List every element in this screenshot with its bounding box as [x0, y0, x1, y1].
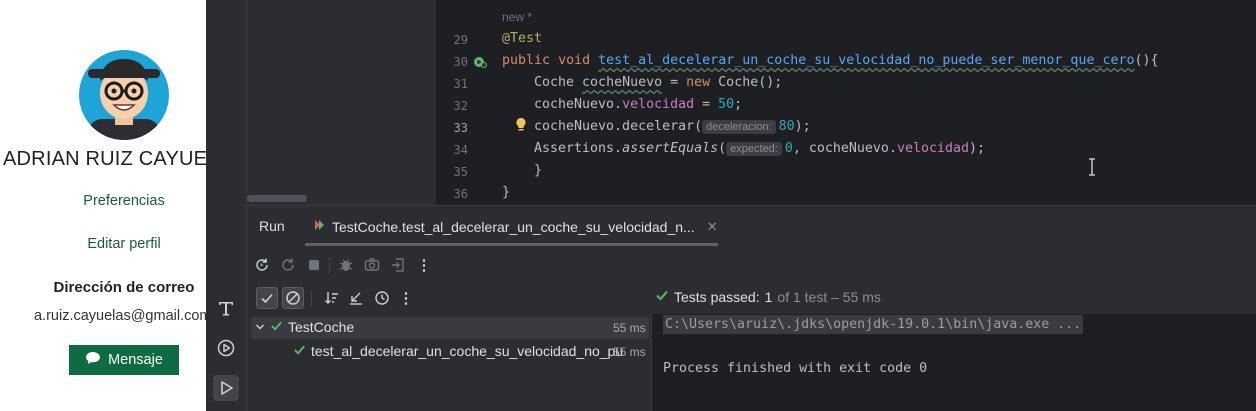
avatar[interactable] [78, 47, 170, 141]
rerun-icon[interactable] [251, 254, 273, 276]
run-panel: Run TestCoche.test_al_decelerar_un_coche… [247, 205, 1256, 411]
code-token: (){ [1134, 53, 1159, 68]
profile-panel: ADRIAN RUIZ CAYUELAS Preferencias Editar… [0, 0, 206, 411]
junit-icon [312, 218, 326, 235]
tree-node-label: TestCoche [288, 319, 355, 335]
show-passed-icon[interactable] [256, 287, 278, 309]
history-icon[interactable] [371, 287, 393, 309]
code-token: cocheNuevo. [534, 97, 623, 112]
code-token: ); [969, 141, 986, 156]
test-status: Tests passed: 1 of 1 test – 55 ms [655, 288, 881, 305]
run-config-tab[interactable]: TestCoche.test_al_decelerar_un_coche_su_… [312, 218, 718, 235]
console-output[interactable]: C:\Users\aruiz\.jdks\openjdk-19.0.1\bin\… [652, 314, 1256, 411]
number-literal: 0 [784, 141, 793, 156]
text-tool-icon[interactable] [213, 295, 239, 321]
status-detail: of 1 test – 55 ms [777, 288, 881, 305]
more-options-icon[interactable]: ⋮ [413, 254, 435, 276]
field-name: velocidad [896, 141, 970, 156]
check-icon [655, 288, 669, 305]
run-tool-icon[interactable] [213, 375, 239, 401]
debug-icon[interactable] [335, 254, 357, 276]
lightbulb-icon[interactable] [515, 117, 527, 137]
console-exit-line: Process finished with exit code 0 [663, 361, 928, 376]
line-number: 30 [453, 55, 468, 69]
code-editor[interactable]: new * 29 30 31 32 33 34 35 36 @Test publ… [436, 0, 1256, 205]
collapse-icon[interactable] [345, 287, 367, 309]
status-label: Tests passed: [674, 288, 760, 305]
show-ignored-icon[interactable] [282, 287, 304, 309]
check-icon [270, 319, 283, 335]
code-token: ( [718, 141, 727, 156]
text-cursor-icon [1088, 158, 1096, 180]
line-number: 35 [453, 165, 468, 179]
toolbar-separator [329, 258, 330, 274]
line-number: 32 [453, 99, 468, 113]
run-config-tab-label: TestCoche.test_al_decelerar_un_coche_su_… [332, 218, 695, 235]
chat-bubble-icon [85, 351, 101, 369]
line-number: 34 [453, 143, 468, 157]
project-pane [247, 0, 436, 205]
annotation-test: @Test [502, 31, 543, 46]
line-number: 36 [453, 187, 468, 201]
number-literal: 50 [718, 97, 735, 112]
email-heading: Dirección de correo [53, 279, 195, 296]
tool-window-strip [206, 0, 247, 411]
code-token: Coche [534, 75, 583, 90]
keyword-new: new [686, 75, 711, 90]
tree-node-duration: 55 ms [613, 345, 646, 359]
active-tab-indicator [305, 243, 718, 246]
code-token: ; [734, 97, 743, 112]
tree-node-suite[interactable]: TestCoche [255, 319, 354, 335]
tree-node-test[interactable]: test_al_decelerar_un_coche_su_velocidad_… [293, 343, 623, 359]
sort-icon[interactable] [321, 287, 343, 309]
camera-icon[interactable] [361, 254, 383, 276]
code-token: Assertions. [534, 141, 623, 156]
rerun-failed-icon[interactable] [277, 254, 299, 276]
keyword-void: void [558, 53, 591, 68]
run-panel-title: Run [259, 218, 285, 234]
run-test-gutter-icon[interactable] [473, 54, 487, 73]
line-number: 31 [453, 77, 468, 91]
ide-window: new * 29 30 31 32 33 34 35 36 @Test publ… [206, 0, 1256, 411]
stop-icon[interactable] [303, 254, 325, 276]
check-icon [293, 343, 306, 359]
email-address[interactable]: a.ruiz.cayuelas@gmail.com [34, 308, 206, 324]
author-hint: new * [502, 10, 533, 24]
tree-node-label: test_al_decelerar_un_coche_su_velocidad_… [311, 343, 624, 359]
parameter-hint: expected: [726, 142, 782, 156]
console-command-line: C:\Users\aruiz\.jdks\openjdk-19.0.1\bin\… [663, 315, 1084, 334]
exit-icon[interactable] [387, 254, 409, 276]
test-method-name: test_al_decelerar_un_coche_su_velocidad_… [598, 53, 1135, 68]
code-token: = [694, 97, 719, 112]
code-token: Coche(); [710, 75, 783, 90]
user-name: ADRIAN RUIZ CAYUELAS [3, 148, 206, 170]
message-button-label: Mensaje [108, 352, 163, 368]
number-literal: 80 [778, 119, 795, 134]
more-options-icon[interactable]: ⋮ [395, 287, 417, 309]
preferences-link[interactable]: Preferencias [19, 193, 206, 209]
message-button[interactable]: Mensaje [69, 345, 179, 375]
line-number: 29 [453, 33, 468, 47]
assert-method: assertEquals [622, 141, 719, 156]
code-token: cocheNuevo.decelerar( [534, 119, 703, 134]
code-token: = [662, 75, 687, 90]
line-number: 33 [453, 121, 468, 135]
horizontal-scrollbar[interactable] [247, 195, 307, 202]
status-count: 1 [764, 288, 773, 305]
close-tab-icon[interactable]: ✕ [707, 219, 718, 235]
closing-brace: } [534, 163, 543, 178]
parameter-hint: deceleracion: [702, 120, 776, 134]
code-token: , cocheNuevo. [792, 141, 897, 156]
chevron-down-icon[interactable] [255, 319, 265, 335]
code-token: ); [794, 119, 811, 134]
keyword-public: public [502, 53, 551, 68]
tree-node-duration: 55 ms [613, 321, 646, 335]
field-name: velocidad [622, 97, 695, 112]
closing-brace: } [502, 185, 511, 200]
toolbar-separator [311, 291, 312, 307]
variable-name: cocheNuevo [582, 75, 663, 90]
services-icon[interactable] [213, 335, 239, 361]
edit-profile-link[interactable]: Editar perfil [19, 236, 206, 252]
